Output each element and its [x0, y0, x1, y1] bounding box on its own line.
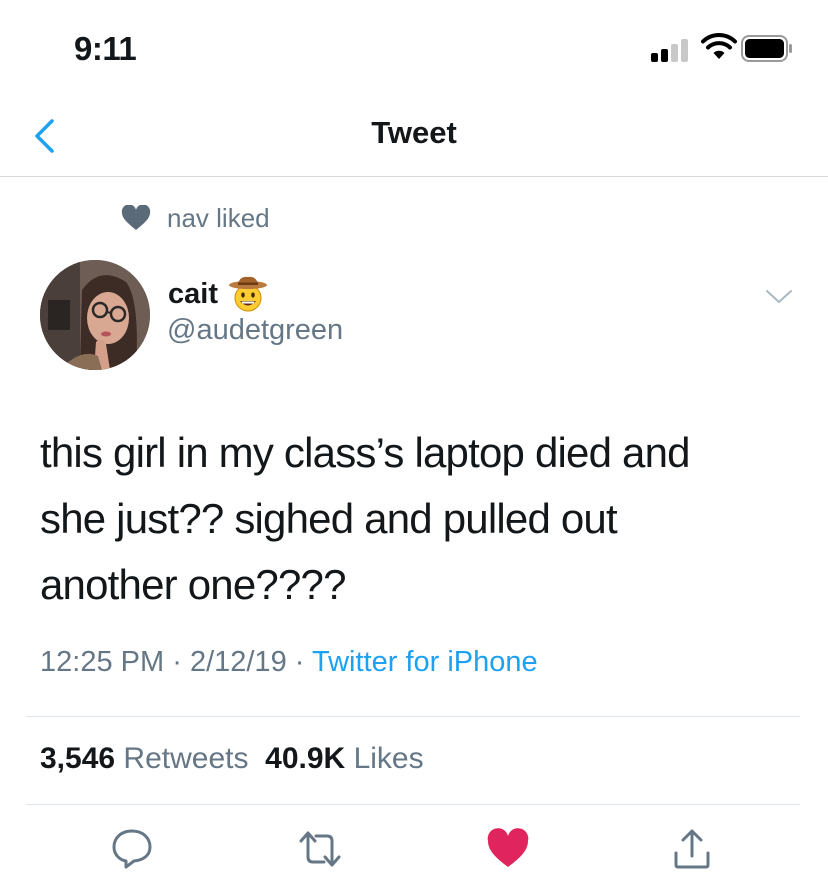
- display-name[interactable]: cait: [168, 278, 218, 311]
- tweet-text-line: this girl in my class’s laptop died and: [40, 429, 691, 476]
- retweets-stat[interactable]: 3,546 Retweets: [40, 742, 248, 775]
- page-title: Tweet: [371, 115, 457, 150]
- battery-icon: [741, 35, 792, 62]
- reply-icon[interactable]: [110, 827, 154, 871]
- meta-separator: ·: [294, 646, 305, 678]
- retweets-label: Retweets: [123, 742, 249, 775]
- cowboy-hat-face-icon: [228, 276, 267, 312]
- divider: [26, 716, 800, 717]
- nav-bar: Tweet: [0, 100, 828, 177]
- tweet-text-line: another one????: [40, 561, 346, 608]
- social-context-text: nav liked: [167, 202, 270, 233]
- retweet-icon[interactable]: [298, 827, 342, 871]
- retweets-count: 3,546: [40, 742, 116, 775]
- tweet-time: 12:25 PM: [40, 646, 165, 678]
- divider: [26, 804, 800, 805]
- likes-count: 40.9K: [265, 742, 346, 775]
- status-time: 9:11: [74, 30, 137, 67]
- tweet-source-link[interactable]: Twitter for iPhone: [312, 646, 538, 678]
- status-bar: 9:11: [0, 0, 828, 100]
- likes-stat[interactable]: 40.9K Likes: [265, 742, 423, 775]
- tweet-date: 2/12/19: [189, 646, 287, 678]
- tweet-stats: 3,546 Retweets 40.9K Likes: [40, 742, 424, 776]
- avatar[interactable]: [40, 260, 150, 370]
- like-icon[interactable]: [486, 827, 530, 871]
- author-handle[interactable]: @audetgreen: [167, 314, 343, 347]
- tweet-meta: 12:25 PM · 2/12/19 · Twitter for iPhone: [40, 646, 538, 679]
- likes-label: Likes: [353, 742, 424, 775]
- share-icon[interactable]: [670, 827, 714, 871]
- cellular-signal-icon: [651, 38, 693, 62]
- chevron-down-icon[interactable]: [764, 287, 794, 307]
- social-context: nav liked: [121, 201, 270, 235]
- wifi-icon: [701, 33, 737, 59]
- tweet-text: this girl in my class’s laptop died and …: [40, 420, 800, 618]
- avatar-photo: [40, 260, 150, 370]
- author-name-row[interactable]: cait: [168, 274, 268, 314]
- tweet-text-line: she just?? sighed and pulled out: [40, 495, 618, 542]
- meta-separator: ·: [172, 646, 182, 678]
- heart-icon: [121, 205, 151, 230]
